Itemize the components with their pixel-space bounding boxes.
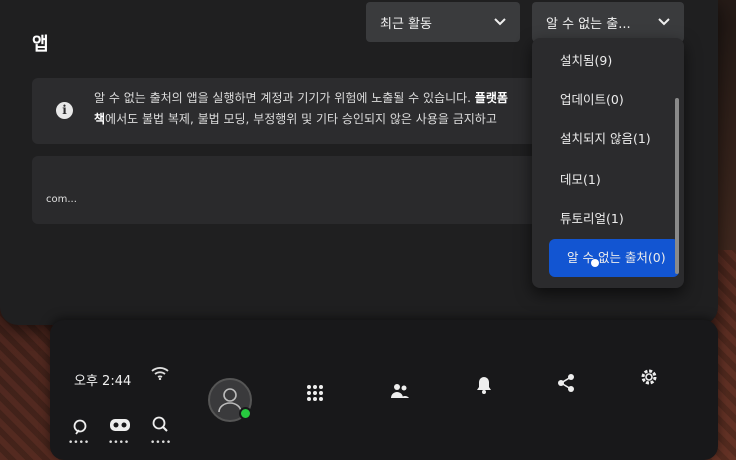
map-pin-icon[interactable]: [70, 418, 90, 438]
menu-item-demo[interactable]: 데모(1): [532, 161, 682, 199]
headset-icon[interactable]: [108, 416, 132, 434]
menu-item-not-installed[interactable]: 설치되지 않음(1): [532, 120, 682, 158]
clock-time: 오후 2:44: [74, 374, 132, 389]
dropdown-scrollbar[interactable]: [675, 98, 679, 274]
notice-text: 알 수 없는 출처의 앱을 실행하면 계정과 기기가 위험에 노출될 수 있습니…: [94, 88, 564, 130]
people-icon[interactable]: [389, 381, 411, 401]
unknown-sources-notice: i 알 수 없는 출처의 앱을 실행하면 계정과 기기가 위험에 노출될 수 있…: [32, 78, 572, 144]
notice-link-1[interactable]: 플랫폼: [475, 91, 508, 105]
info-icon: i: [56, 102, 73, 119]
online-status-dot: [239, 407, 252, 420]
app-package-name[interactable]: com...: [46, 194, 77, 205]
share-icon[interactable]: [556, 373, 576, 393]
chevron-down-icon: [658, 15, 670, 29]
avatar[interactable]: [208, 378, 252, 422]
app-list: com...: [32, 156, 572, 224]
sort-select-label: 최근 활동: [380, 16, 432, 32]
notice-link-2[interactable]: 책: [94, 112, 105, 126]
notice-text-line1: 알 수 없는 출처의 앱을 실행하면 계정과 기기가 위험에 노출될 수 있습니…: [94, 91, 475, 105]
bell-icon[interactable]: [474, 375, 494, 395]
pointer-cursor: [591, 259, 599, 267]
progress-dots: ••••: [68, 438, 90, 448]
chevron-down-icon: [494, 15, 506, 29]
menu-item-updates[interactable]: 업데이트(0): [532, 81, 682, 119]
filter-select-label: 알 수 없는 출...: [546, 16, 631, 32]
progress-dots: ••••: [150, 438, 172, 448]
page-title: 앱: [32, 34, 49, 55]
sort-select[interactable]: 최근 활동: [366, 2, 520, 42]
notice-text-line2: 에서도 불법 복제, 불법 모딩, 부정행위 및 기타 승인되지 않은 사용을 …: [105, 112, 497, 126]
menu-item-tutorial[interactable]: 튜토리얼(1): [532, 200, 682, 238]
filter-select[interactable]: 알 수 없는 출...: [532, 2, 684, 42]
gear-icon[interactable]: [638, 366, 660, 388]
progress-dots: ••••: [108, 438, 130, 448]
wifi-icon: [150, 364, 170, 382]
filter-dropdown-menu: 설치됨(9) 업데이트(0) 설치되지 않음(1) 데모(1) 튜토리얼(1) …: [532, 38, 684, 288]
menu-item-unknown-sources[interactable]: 알 수 없는 출처(0): [549, 239, 679, 277]
search-icon[interactable]: [150, 414, 170, 434]
apps-grid-icon[interactable]: [305, 383, 325, 403]
menu-item-installed[interactable]: 설치됨(9): [532, 42, 682, 80]
